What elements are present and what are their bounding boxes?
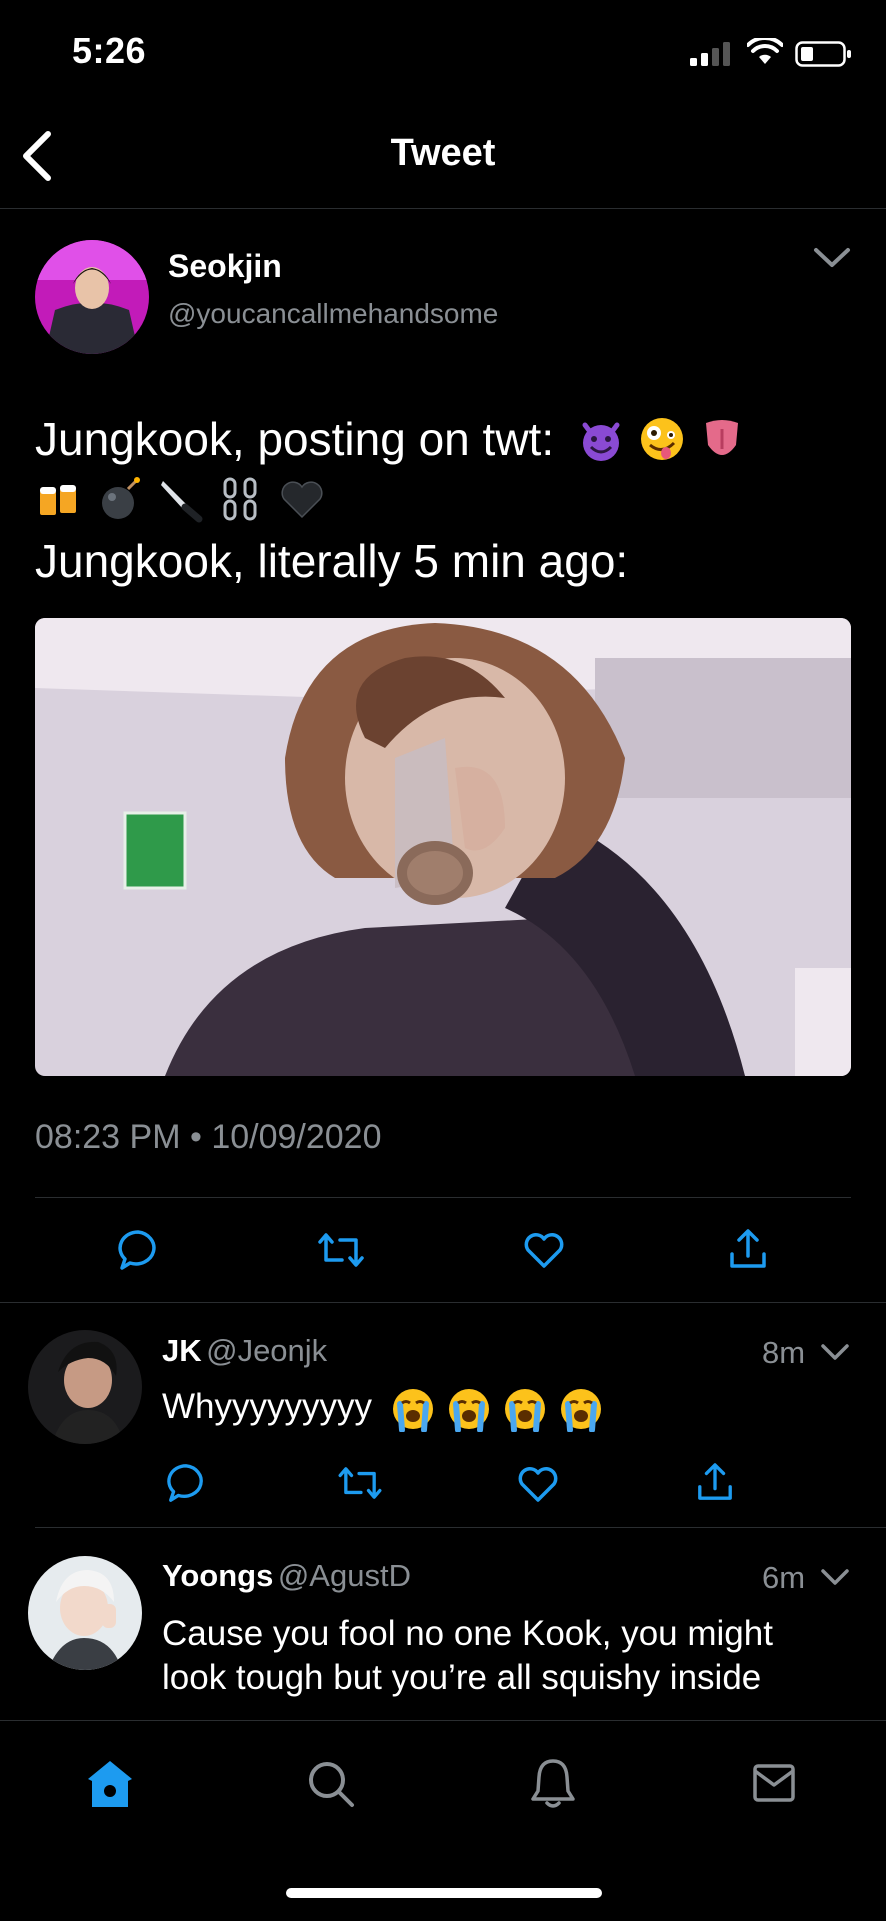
tab-notifications[interactable] (530, 1757, 576, 1809)
reply-header: JK @Jeonjk (162, 1333, 327, 1369)
loudly-crying-emoji (502, 1386, 548, 1432)
divider (35, 1197, 851, 1198)
home-indicator[interactable] (286, 1888, 602, 1898)
tab-search[interactable] (306, 1759, 356, 1809)
reply-header: Yoongs @AgustD (162, 1558, 411, 1594)
tweet-timestamp: 08:23 PM • 10/09/2020 (35, 1118, 382, 1156)
loudly-crying-emoji (446, 1386, 492, 1432)
bomb-emoji (96, 475, 144, 523)
messages-icon (752, 1763, 796, 1803)
reply-author-handle[interactable]: @Jeonjk (206, 1333, 327, 1368)
retweet-icon (318, 1232, 364, 1268)
share-button[interactable] (696, 1462, 734, 1502)
author-name[interactable]: Seokjin (168, 248, 282, 285)
knife-emoji (157, 475, 205, 523)
reply-text: Cause you fool no one Kook, you might lo… (162, 1612, 862, 1700)
chevron-down-icon (820, 1567, 850, 1587)
tongue-emoji (698, 415, 746, 463)
battery-icon (795, 41, 853, 67)
divider (35, 1527, 886, 1528)
tab-messages[interactable] (752, 1763, 796, 1803)
smiling-devil-emoji (577, 415, 625, 463)
reply-button[interactable] (116, 1228, 160, 1272)
share-button[interactable] (728, 1228, 768, 1270)
reply-text: Whyyyyyyyyy (162, 1385, 604, 1432)
tweet-options-button[interactable] (812, 246, 852, 270)
divider (0, 208, 886, 209)
zany-face-emoji (638, 415, 686, 463)
divider (0, 1302, 886, 1303)
retweet-button[interactable] (318, 1232, 364, 1268)
reply-options-button[interactable] (820, 1342, 850, 1362)
loudly-crying-emoji (390, 1386, 436, 1432)
tweet-text: Jungkook, posting on twt: Jungkook, lite… (35, 408, 855, 592)
reply-author-name[interactable]: Yoongs (162, 1558, 273, 1593)
reply-button[interactable] (165, 1462, 207, 1504)
cellular-signal-icon (690, 42, 732, 66)
reply-avatar[interactable] (28, 1556, 142, 1670)
search-icon (306, 1759, 356, 1809)
tweet-line-1: Jungkook, posting on twt: (35, 413, 555, 465)
chains-emoji (217, 475, 265, 523)
chevron-down-icon (820, 1342, 850, 1362)
tab-home[interactable] (86, 1759, 134, 1809)
reply-icon (116, 1228, 160, 1272)
tweet-photo[interactable] (35, 618, 851, 1076)
reply-avatar[interactable] (28, 1330, 142, 1444)
reply-text-content: Whyyyyyyyyy (162, 1387, 372, 1426)
like-button[interactable] (523, 1232, 565, 1270)
reply-icon (165, 1462, 207, 1504)
notifications-icon (530, 1757, 576, 1809)
reply-options-button[interactable] (820, 1567, 850, 1587)
reply-text-line-2: look tough but you’re all squishy inside (162, 1658, 762, 1697)
reply-author-name[interactable]: JK (162, 1333, 202, 1368)
heart-icon (517, 1466, 559, 1504)
loudly-crying-emoji (558, 1386, 604, 1432)
author-handle[interactable]: @youcancallmehandsome (168, 298, 498, 330)
reply-time: 8m (762, 1335, 806, 1370)
heart-icon (523, 1232, 565, 1270)
black-heart-emoji (278, 475, 326, 523)
wifi-icon (747, 38, 783, 66)
page-title: Tweet (390, 132, 496, 174)
status-time: 5:26 (72, 30, 147, 71)
home-icon (86, 1759, 134, 1809)
like-button[interactable] (517, 1466, 559, 1504)
retweet-icon (338, 1466, 382, 1500)
reply-author-handle[interactable]: @AgustD (278, 1558, 411, 1593)
share-icon (728, 1228, 768, 1270)
tweet-line-3: Jungkook, literally 5 min ago: (35, 535, 629, 587)
chevron-down-icon (812, 246, 852, 270)
reply-text-line-1: Cause you fool no one Kook, you might (162, 1614, 773, 1653)
author-avatar[interactable] (35, 240, 149, 354)
reply-time: 6m (762, 1560, 806, 1595)
retweet-button[interactable] (338, 1466, 382, 1500)
share-icon (696, 1462, 734, 1502)
beer-mugs-emoji (35, 475, 83, 523)
